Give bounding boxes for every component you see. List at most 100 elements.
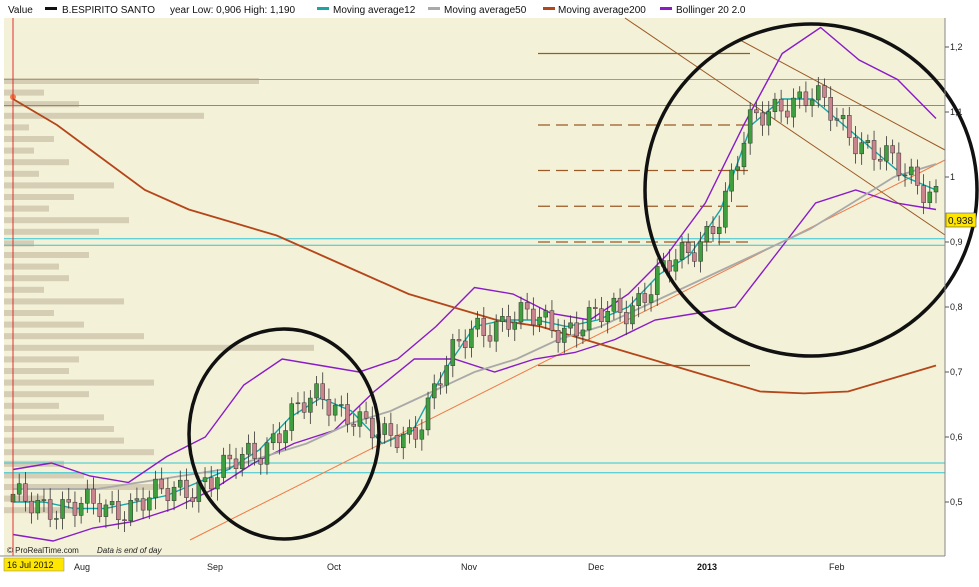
legend-value-label: Value — [8, 5, 33, 16]
candle-body — [382, 423, 387, 435]
candle-body — [314, 383, 319, 399]
candle-body — [134, 498, 140, 501]
volume-profile-bar — [4, 78, 259, 84]
legend-ma200: Moving average200 — [558, 5, 646, 16]
candle-body — [754, 109, 759, 114]
candle-body — [723, 190, 728, 228]
candle-body — [246, 442, 251, 455]
volume-profile-bar — [4, 298, 124, 305]
candle-body — [685, 242, 691, 253]
candle-body — [877, 158, 883, 162]
candle-body — [760, 112, 765, 126]
volume-profile-bar — [4, 286, 44, 293]
candle-body — [865, 140, 871, 143]
candle-body — [103, 504, 109, 517]
y-tick-label: 0,9 — [950, 237, 963, 247]
candle-body — [140, 498, 146, 511]
candle-body — [809, 99, 815, 106]
candle-body — [524, 302, 530, 310]
candle-body — [586, 307, 592, 331]
x-tick-feb: Feb — [829, 562, 845, 572]
candle-body — [301, 402, 307, 413]
candle-body — [413, 427, 418, 440]
candle-body — [636, 293, 641, 306]
candle-body — [654, 266, 660, 295]
y-tick-label: 1 — [950, 172, 955, 182]
candle-body — [791, 97, 796, 118]
candle-body — [116, 501, 121, 520]
candle-body — [47, 499, 53, 520]
x-tick-aug: Aug — [74, 562, 90, 572]
source-credit: © ProRealTime.com — [7, 546, 79, 555]
volume-profile-bar — [4, 205, 49, 212]
candle-body — [704, 226, 710, 243]
volume-profile-bar — [4, 159, 69, 166]
candle-body — [822, 85, 827, 98]
candle-body — [388, 423, 394, 436]
candle-body — [890, 145, 895, 154]
candle-body — [431, 383, 437, 399]
x-tick-sep: Sep — [207, 562, 223, 572]
candle-body — [679, 242, 685, 261]
y-tick-label: 1,2 — [950, 42, 963, 52]
candle-body — [66, 499, 72, 503]
legend-ma50-swatch — [428, 7, 440, 10]
candle-body — [171, 486, 177, 501]
volume-profile-bar — [4, 217, 129, 224]
volume-profile-bar — [4, 344, 314, 351]
legend-bollinger-swatch — [660, 7, 672, 10]
candle-body — [921, 185, 926, 203]
candle-body — [834, 118, 840, 121]
candle-body — [23, 483, 28, 502]
volume-profile-bar — [4, 136, 54, 142]
candle-body — [425, 397, 431, 431]
candle-body — [816, 85, 821, 101]
candle-body — [72, 501, 78, 516]
candle-body — [518, 302, 524, 323]
x-tick-dec: Dec — [588, 562, 605, 572]
y-tick-label: 1,1 — [950, 107, 963, 117]
candle-body — [766, 111, 771, 126]
volume-profile-bar — [4, 194, 74, 200]
candle-body — [630, 305, 635, 325]
candle-body — [778, 98, 784, 112]
candle-body — [85, 488, 90, 504]
candle-body — [698, 241, 703, 262]
candle-body — [642, 293, 648, 303]
candle-body — [289, 403, 295, 431]
candle-body — [673, 259, 679, 272]
candle-body — [884, 145, 889, 162]
candle-body — [481, 317, 487, 336]
volume-profile-bar — [4, 170, 39, 177]
candle-body — [351, 423, 356, 427]
candle-body — [277, 433, 282, 444]
volume-profile-bar — [4, 472, 84, 479]
candle-body — [549, 310, 555, 331]
candle-body — [747, 109, 753, 144]
y-tick-label: 0,7 — [950, 367, 963, 377]
candle-body — [153, 478, 158, 499]
candle-body — [29, 500, 34, 514]
volume-profile-bar — [4, 228, 99, 235]
start-date-label: 16 Jul 2012 — [7, 560, 54, 570]
candle-body — [803, 91, 809, 106]
volume-profile-bar — [4, 507, 79, 514]
candle-body — [60, 499, 65, 519]
y-tick-label: 0,5 — [950, 497, 963, 507]
candle-body — [264, 442, 270, 465]
volume-profile-bar — [4, 182, 114, 189]
candle-body — [462, 340, 468, 348]
candle-body — [370, 417, 375, 439]
legend-ma50: Moving average50 — [444, 5, 527, 16]
candle-body — [853, 137, 858, 155]
candle-body — [574, 322, 579, 337]
volume-profile-bar — [4, 124, 29, 131]
candle-body — [716, 226, 722, 234]
candle-body — [233, 458, 239, 469]
volume-profile-bar — [4, 437, 124, 444]
candle-body — [326, 399, 332, 416]
candle-body — [320, 383, 325, 400]
candle-body — [562, 327, 567, 343]
candle-body — [555, 330, 561, 343]
candle-body — [617, 297, 623, 313]
